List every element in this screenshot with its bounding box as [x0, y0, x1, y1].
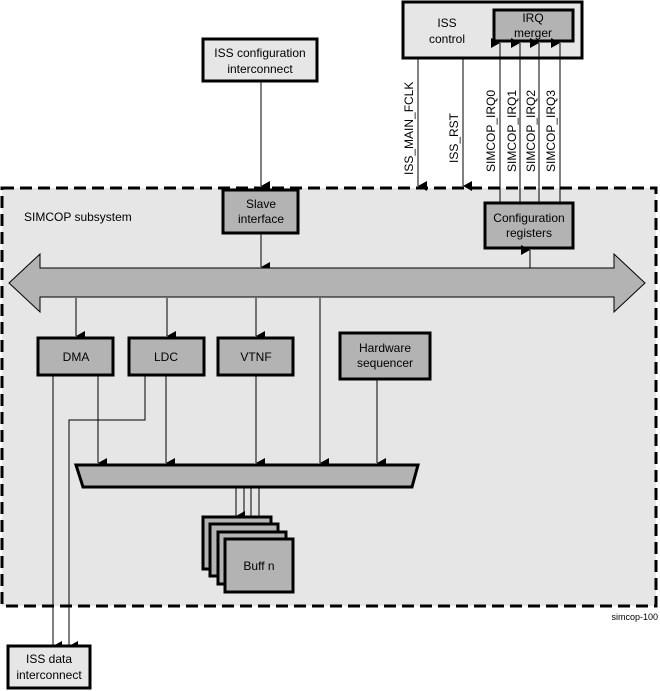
svg-text:registers: registers [506, 226, 552, 240]
figure-id-label: simcop-100 [611, 612, 658, 622]
svg-text:Slave: Slave [246, 197, 276, 211]
dma-block: DMA [36, 336, 115, 377]
irq1-signal-label: SIMCOP_IRQ1 [505, 90, 519, 172]
hardware-sequencer-block: Hardware sequencer [338, 331, 432, 381]
config-registers-block: Configuration registers [483, 201, 575, 250]
svg-text:control: control [429, 32, 465, 46]
svg-text:Buff n: Buff n [243, 559, 274, 573]
svg-text:sequencer: sequencer [357, 356, 413, 370]
vtnf-block: VTNF [216, 336, 295, 377]
rst-signal-label: ISS_RST [447, 112, 461, 163]
svg-text:interface: interface [238, 212, 284, 226]
irq0-signal-label: SIMCOP_IRQ0 [484, 90, 498, 172]
svg-text:interconnect: interconnect [16, 668, 82, 682]
svg-text:Hardware: Hardware [359, 341, 411, 355]
svg-text:ISS configuration: ISS configuration [214, 46, 305, 60]
svg-text:merger: merger [514, 26, 552, 40]
svg-text:Configuration: Configuration [493, 211, 564, 225]
clk-signal-label: ISS_MAIN_FCLK [402, 82, 416, 175]
iss-data-interconnect-block: ISS data interconnect [6, 644, 92, 690]
svg-text:VTNF: VTNF [240, 350, 271, 364]
svg-text:ISS: ISS [437, 16, 456, 30]
svg-text:DMA: DMA [63, 350, 90, 364]
irq-merger-block: IRQ merger [492, 8, 575, 43]
svg-text:LDC: LDC [154, 350, 178, 364]
iss-config-interconnect-block: ISS configuration interconnect [201, 37, 319, 83]
simcop-block-diagram: SIMCOP subsystem ISS configuration inter… [0, 0, 658, 690]
simcop-subsystem-boundary [0, 186, 658, 608]
buffer-mux [73, 463, 420, 489]
svg-text:IRQ: IRQ [522, 11, 543, 25]
svg-text:interconnect: interconnect [227, 62, 293, 76]
slave-interface-block: Slave interface [221, 188, 300, 235]
irq3-signal-label: SIMCOP_IRQ3 [544, 90, 558, 172]
svg-text:ISS data: ISS data [26, 652, 72, 666]
subsystem-label: SIMCOP subsystem [24, 210, 132, 224]
irq2-signal-label: SIMCOP_IRQ2 [524, 90, 538, 172]
buffer-block-n: Buff n [223, 537, 295, 594]
ldc-block: LDC [127, 336, 206, 377]
